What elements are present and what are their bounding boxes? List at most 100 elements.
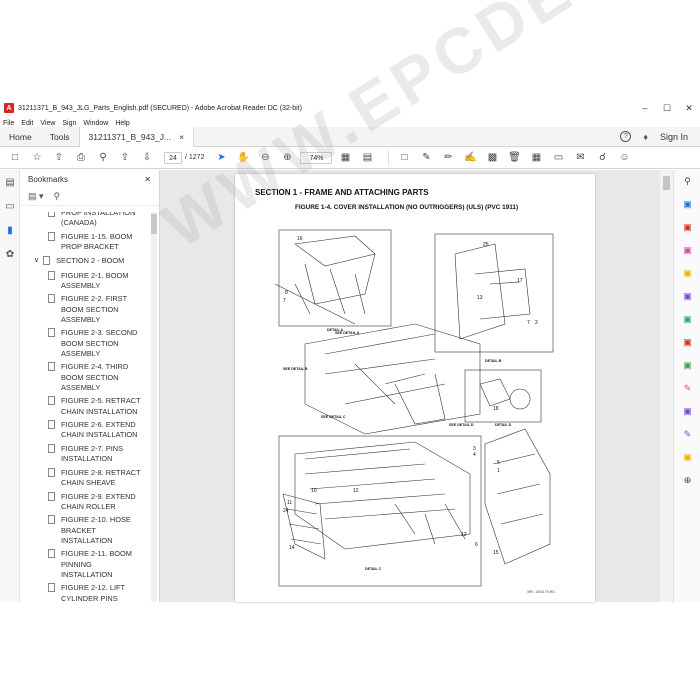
bookmark-item[interactable]: FIGURE 2-2. FIRST BOOM SECTION ASSEMBLY (20, 294, 150, 325)
send-tool-icon[interactable]: ▣ (674, 446, 700, 469)
bookmark-item[interactable]: FIGURE 2-1. BOOM ASSEMBLY (20, 270, 150, 291)
bookmarks-panel-icon[interactable]: ▮ (0, 218, 20, 242)
label-detail-c: DETAIL C (365, 567, 382, 571)
next-page-icon[interactable]: ⇩ (140, 151, 154, 165)
bookmark-item[interactable]: FIGURE 2-10. HOSE BRACKET INSTALLATION (20, 515, 150, 546)
page-thumbnails-icon[interactable]: ▭ (0, 194, 20, 218)
callout-4: 4 (473, 452, 476, 458)
fill-sign-tool-icon[interactable]: ▣ (674, 400, 700, 423)
callout-16: 16 (297, 236, 303, 242)
callout-8: 8 (285, 290, 288, 296)
bookmark-item[interactable]: FIGURE 2-12. LIFT CYLINDER PINS (20, 583, 150, 602)
compress-pdf-tool-icon[interactable]: ▣ (674, 331, 700, 354)
callout-1: 1 (497, 468, 500, 474)
combine-files-tool-icon[interactable]: ▣ (674, 285, 700, 308)
draw-icon[interactable]: ✏ (441, 151, 455, 165)
bookmark-page-icon (48, 212, 55, 217)
fastener-lines (394, 503, 466, 545)
bookmark-star-icon[interactable]: ☆ (30, 151, 44, 165)
tab-bar-right: ? ♦ Sign In (620, 131, 700, 142)
label-detail-d: DETAIL D (495, 423, 512, 427)
export-pdf-tool-icon[interactable]: ▣ (674, 193, 700, 216)
notification-bell-icon[interactable]: ♦ (643, 132, 648, 142)
document-scrollbar[interactable] (660, 170, 673, 602)
bookmarks-header: Bookmarks ✕ (20, 170, 159, 188)
sign-in-button[interactable]: Sign In (660, 132, 688, 142)
more-tools-icon[interactable]: ⊕ (674, 469, 700, 492)
bookmark-item[interactable]: FIGURE 2-9. EXTEND CHAIN ROLLER (20, 491, 150, 512)
request-signature-tool-icon[interactable]: ✎ (674, 423, 700, 446)
help-icon[interactable]: ? (620, 131, 632, 142)
menu-view[interactable]: View (40, 120, 55, 127)
lock-icon[interactable]: ▤ (0, 170, 20, 194)
tab-document[interactable]: 31211371_B_943_J... × (78, 126, 195, 147)
search-tool-icon[interactable]: ⚲ (674, 170, 700, 193)
menu-window[interactable]: Window (83, 120, 108, 127)
scrolling-mode-icon[interactable]: ▤ (360, 151, 374, 165)
export-pdf-icon[interactable]: ▭ (551, 151, 565, 165)
menu-sign[interactable]: Sign (62, 120, 76, 127)
highlight-pen-icon[interactable]: ✎ (419, 151, 433, 165)
comment-tool-icon[interactable]: ▣ (674, 262, 700, 285)
attachments-paperclip-icon[interactable]: ✿ (0, 242, 20, 266)
search-icon[interactable]: ⚲ (96, 151, 110, 165)
chevron-down-icon[interactable]: ∨ (34, 256, 39, 266)
close-window-button[interactable]: ✕ (678, 99, 700, 117)
bookmark-item[interactable]: FIGURE 2-5. RETRACT CHAIN INSTALLATION (20, 396, 150, 416)
bookmark-item[interactable]: FIGURE 2-11. BOOM PINNING INSTALLATION (20, 549, 150, 580)
callout-2: 2 (535, 320, 538, 326)
bookmarks-close-icon[interactable]: ✕ (144, 175, 151, 184)
tab-tools[interactable]: Tools (41, 127, 79, 147)
document-scroll-thumb[interactable] (663, 176, 670, 190)
print-icon[interactable]: ⎙ (74, 151, 88, 165)
delete-icon[interactable]: 🗑 (507, 151, 521, 165)
detail-b-frame (434, 233, 554, 353)
bookmarks-scroll-thumb[interactable] (151, 214, 157, 234)
menu-help[interactable]: Help (115, 120, 129, 127)
protect-tool-icon[interactable]: ✎ (674, 377, 700, 400)
title-bar: A 31211371_B_943_JLG_Parts_English.pdf (… (0, 99, 700, 117)
maximize-button[interactable]: ☐ (656, 99, 678, 117)
tab-document-label: 31211371_B_943_J... (88, 131, 172, 142)
page-number-input[interactable]: 24 (164, 151, 182, 164)
label-detail-b: DETAIL B (485, 359, 502, 363)
bookmark-item[interactable]: FIGURE 2-8. RETRACT CHAIN SHEAVE (20, 467, 150, 488)
tab-close-icon[interactable]: × (179, 127, 184, 147)
bookmark-item[interactable]: FIGURE 1-15. BOOM PROP BRACKET (20, 231, 150, 252)
organize-pages-tool-icon[interactable]: ▣ (674, 308, 700, 331)
bookmark-item[interactable]: FIGURE 2-6. EXTEND CHAIN INSTALLATION (20, 420, 150, 440)
select-cursor-icon[interactable]: ➤ (214, 151, 228, 165)
create-pdf-tool-icon[interactable]: ▣ (674, 216, 700, 239)
zoom-out-icon[interactable]: ⊖ (258, 151, 272, 165)
hand-tool-icon[interactable]: ✋ (236, 151, 250, 165)
detail-b-panel (454, 243, 506, 340)
callout-12b: 12 (461, 532, 467, 538)
menu-edit[interactable]: Edit (21, 120, 33, 127)
bookmark-find-icon[interactable]: ⚲ (54, 191, 61, 202)
bookmark-item[interactable]: FIGURE 2-4. THIRD BOOM SECTION ASSEMBLY (20, 362, 150, 393)
fill-sign-icon[interactable]: ✍ (463, 151, 477, 165)
menu-file[interactable]: File (3, 120, 14, 127)
bookmarks-scrollbar[interactable] (151, 212, 157, 602)
send-sign-icon[interactable]: ✉ (573, 151, 587, 165)
bookmark-section[interactable]: ∨ SECTION 2 - BOOM (20, 256, 150, 266)
organize-pages-icon[interactable]: ▦ (529, 151, 543, 165)
fit-page-icon[interactable]: ▦ (338, 151, 352, 165)
stamp-icon[interactable]: ▩ (485, 151, 499, 165)
account-icon[interactable]: ☺ (617, 151, 631, 165)
minimize-button[interactable]: – (634, 99, 656, 117)
previous-page-icon[interactable]: ⇧ (118, 151, 132, 165)
scan-ocr-tool-icon[interactable]: ▣ (674, 354, 700, 377)
share-link-icon[interactable]: ☌ (595, 151, 609, 165)
bookmark-item[interactable]: PROP INSTALLATION (CANADA) (20, 212, 150, 228)
tab-home[interactable]: Home (0, 127, 41, 147)
bookmark-options-icon[interactable]: ▤ ▾ (28, 191, 44, 202)
bookmark-item[interactable]: FIGURE 2-3. SECOND BOOM SECTION ASSEMBLY (20, 328, 150, 359)
edit-pdf-tool-icon[interactable]: ▣ (674, 239, 700, 262)
upload-cloud-icon[interactable]: ⇧ (52, 151, 66, 165)
save-icon[interactable]: □ (8, 151, 22, 165)
zoom-level-dropdown[interactable]: 74% (300, 151, 333, 164)
zoom-in-icon[interactable]: ⊕ (280, 151, 294, 165)
comment-icon[interactable]: □ (397, 151, 411, 165)
bookmark-item[interactable]: FIGURE 2-7. PINS INSTALLATION (20, 443, 150, 464)
